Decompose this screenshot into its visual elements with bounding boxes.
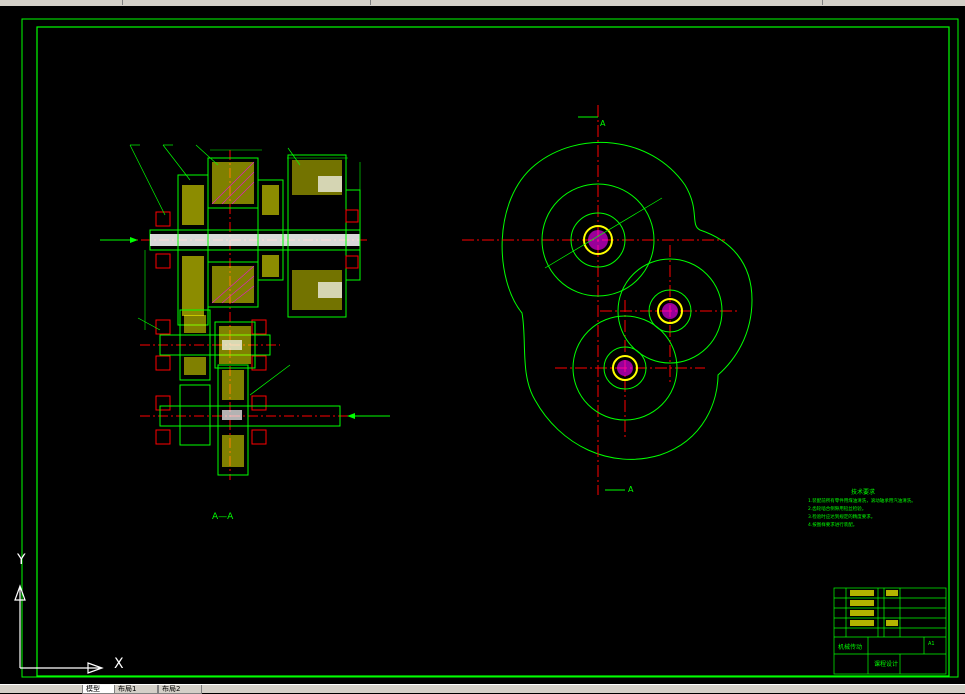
- toolbar-segment: [122, 0, 371, 5]
- tech-req-title: 技术要求: [850, 489, 875, 496]
- view-label-bottom: A: [628, 485, 634, 494]
- ucs-axis-icon: [14, 584, 104, 674]
- tab-model[interactable]: 模型: [82, 685, 116, 694]
- toolbar-segment: [0, 0, 123, 5]
- tab-layout2[interactable]: 布局2: [158, 685, 202, 694]
- inner-frame: [36, 26, 950, 677]
- tab-layout1[interactable]: 布局1: [114, 685, 158, 694]
- drawing-canvas[interactable]: A—A A A 技术要求 1.装配前所有零件用煤油清洗，滚动轴承用汽油清洗。 2…: [0, 6, 965, 684]
- ucs-x-label: X: [114, 656, 124, 672]
- front-view-gears: [462, 105, 753, 495]
- title-block-design-name: 课程设计: [874, 661, 899, 668]
- outer-frame: [21, 18, 959, 678]
- title-block-company: 机械传动: [838, 644, 863, 651]
- view-label-top: A: [600, 119, 606, 128]
- technical-requirements: 技术要求 1.装配前所有零件用煤油清洗，滚动轴承用汽油清洗。 2.齿轮啮合侧隙用…: [808, 489, 948, 530]
- tech-req-line: 3.检验时应达到规定的精度要求。: [808, 515, 876, 520]
- ucs-y-label: Y: [17, 552, 26, 568]
- section-label: A—A: [212, 512, 234, 522]
- tech-req-line: 2.齿轮啮合侧隙用铅丝检验。: [808, 507, 867, 512]
- toolbar-segment: [370, 0, 823, 5]
- tech-req-line: 4.按图样要求进行装配。: [808, 523, 858, 528]
- section-view-assembly: [100, 144, 390, 480]
- cad-drawing: [14, 18, 959, 678]
- title-block-sheet: A1: [928, 641, 935, 647]
- tech-req-line: 1.装配前所有零件用煤油清洗，滚动轴承用汽油清洗。: [808, 499, 916, 504]
